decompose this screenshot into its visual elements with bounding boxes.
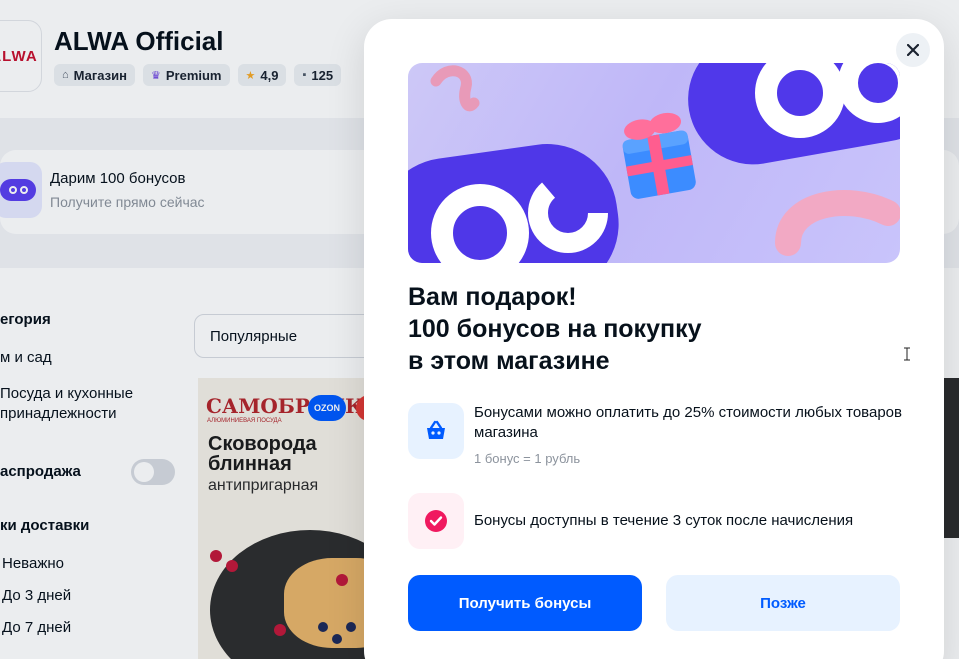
info-text: Бонусами можно оплатить до 25% стоимости… xyxy=(474,404,902,441)
close-icon xyxy=(907,44,919,56)
info-note: 1 бонус = 1 рубль xyxy=(474,451,581,466)
basket-icon xyxy=(408,403,464,459)
headline-line: Вам подарок! xyxy=(408,283,577,311)
text-cursor-icon xyxy=(904,347,910,361)
gift-headline: Вам подарок! 100 бонусов на покупку в эт… xyxy=(408,281,908,377)
info-text: Бонусы доступны в течение 3 суток после … xyxy=(474,512,854,529)
headline-line: 100 бонусов на покупку xyxy=(408,315,702,343)
get-bonuses-button[interactable]: Получить бонусы xyxy=(408,575,642,631)
close-button[interactable] xyxy=(896,33,930,67)
gift-illustration xyxy=(408,63,900,263)
gift-banner-image xyxy=(408,63,900,263)
info-row-payment: Бонусами можно оплатить до 25% стоимости… xyxy=(408,403,904,469)
timer-check-icon xyxy=(408,493,464,549)
info-row-validity: Бонусы доступны в течение 3 суток после … xyxy=(408,493,904,549)
headline-line: в этом магазине xyxy=(408,347,610,375)
later-button[interactable]: Позже xyxy=(666,575,900,631)
bonus-gift-modal: Вам подарок! 100 бонусов на покупку в эт… xyxy=(364,19,944,659)
